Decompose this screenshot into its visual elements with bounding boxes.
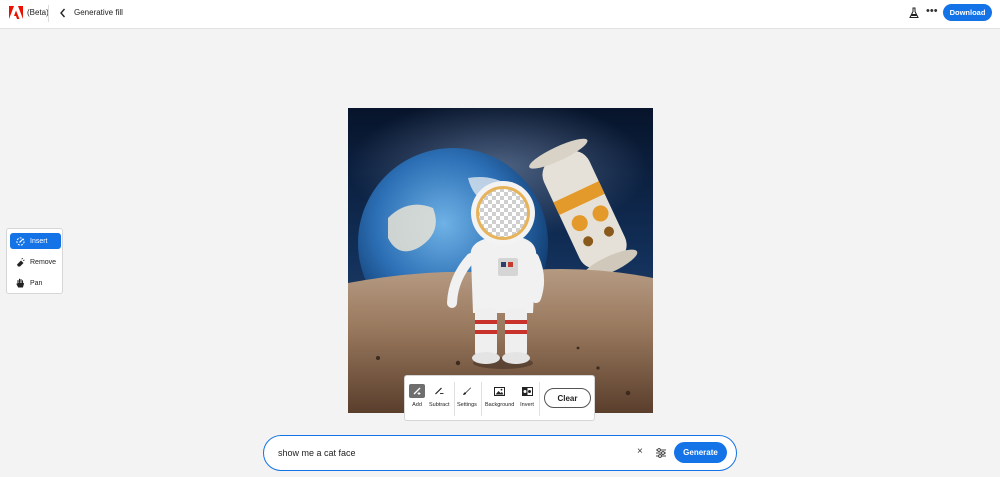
tool-label: Remove [30, 258, 57, 266]
close-icon[interactable]: × [637, 446, 643, 457]
subtract-brush-icon [435, 387, 444, 395]
toolbar-divider [481, 382, 482, 416]
background-button[interactable]: Background [485, 384, 514, 408]
page-title: Generative fill [74, 8, 123, 17]
settings-label: Settings [457, 402, 477, 408]
adobe-logo-icon[interactable] [9, 6, 23, 20]
subtract-button[interactable]: Subtract [429, 384, 449, 408]
generate-button[interactable]: Generate [674, 442, 727, 463]
subtract-label: Subtract [429, 402, 450, 408]
settings-button[interactable]: Settings [457, 384, 477, 408]
beta-label: (Beta) [27, 8, 49, 17]
add-brush-icon [413, 387, 421, 395]
prompt-input[interactable] [278, 445, 618, 461]
header-divider [48, 5, 49, 22]
tool-pan[interactable]: Pan [10, 275, 61, 291]
brush-settings-icon [462, 387, 471, 395]
background-image-icon [494, 386, 506, 396]
canvas-image[interactable] [348, 108, 653, 413]
invert-icon [521, 386, 533, 396]
remove-eraser-icon [17, 257, 25, 266]
astronaut-image [348, 108, 653, 413]
more-options-button[interactable]: ••• [926, 5, 938, 17]
flask-icon[interactable] [909, 7, 919, 19]
background-label: Background [485, 402, 515, 408]
tool-label: Pan [30, 279, 43, 287]
tool-insert[interactable]: Insert [10, 233, 61, 249]
prompt-bar: × Generate [263, 435, 737, 471]
clear-button[interactable]: Clear [544, 388, 591, 408]
tool-label: Insert [30, 237, 48, 245]
download-button[interactable]: Download [943, 4, 992, 21]
add-button[interactable]: Add [409, 384, 425, 408]
hand-icon [16, 278, 25, 288]
tool-panel: Insert Remove Pan [6, 228, 63, 294]
chevron-left-icon[interactable] [58, 7, 68, 19]
invert-button[interactable]: Invert [519, 384, 535, 408]
top-bar: (Beta) Generative fill ••• Download [0, 0, 1000, 29]
selection-toolbar: Add Subtract Settings Background Invert … [404, 375, 595, 421]
sliders-icon[interactable] [655, 447, 667, 459]
invert-label: Invert [520, 402, 534, 408]
insert-brush-icon [16, 236, 25, 246]
tool-remove[interactable]: Remove [10, 254, 61, 270]
add-label: Add [412, 402, 422, 408]
toolbar-divider [454, 382, 455, 416]
toolbar-divider [539, 382, 540, 416]
